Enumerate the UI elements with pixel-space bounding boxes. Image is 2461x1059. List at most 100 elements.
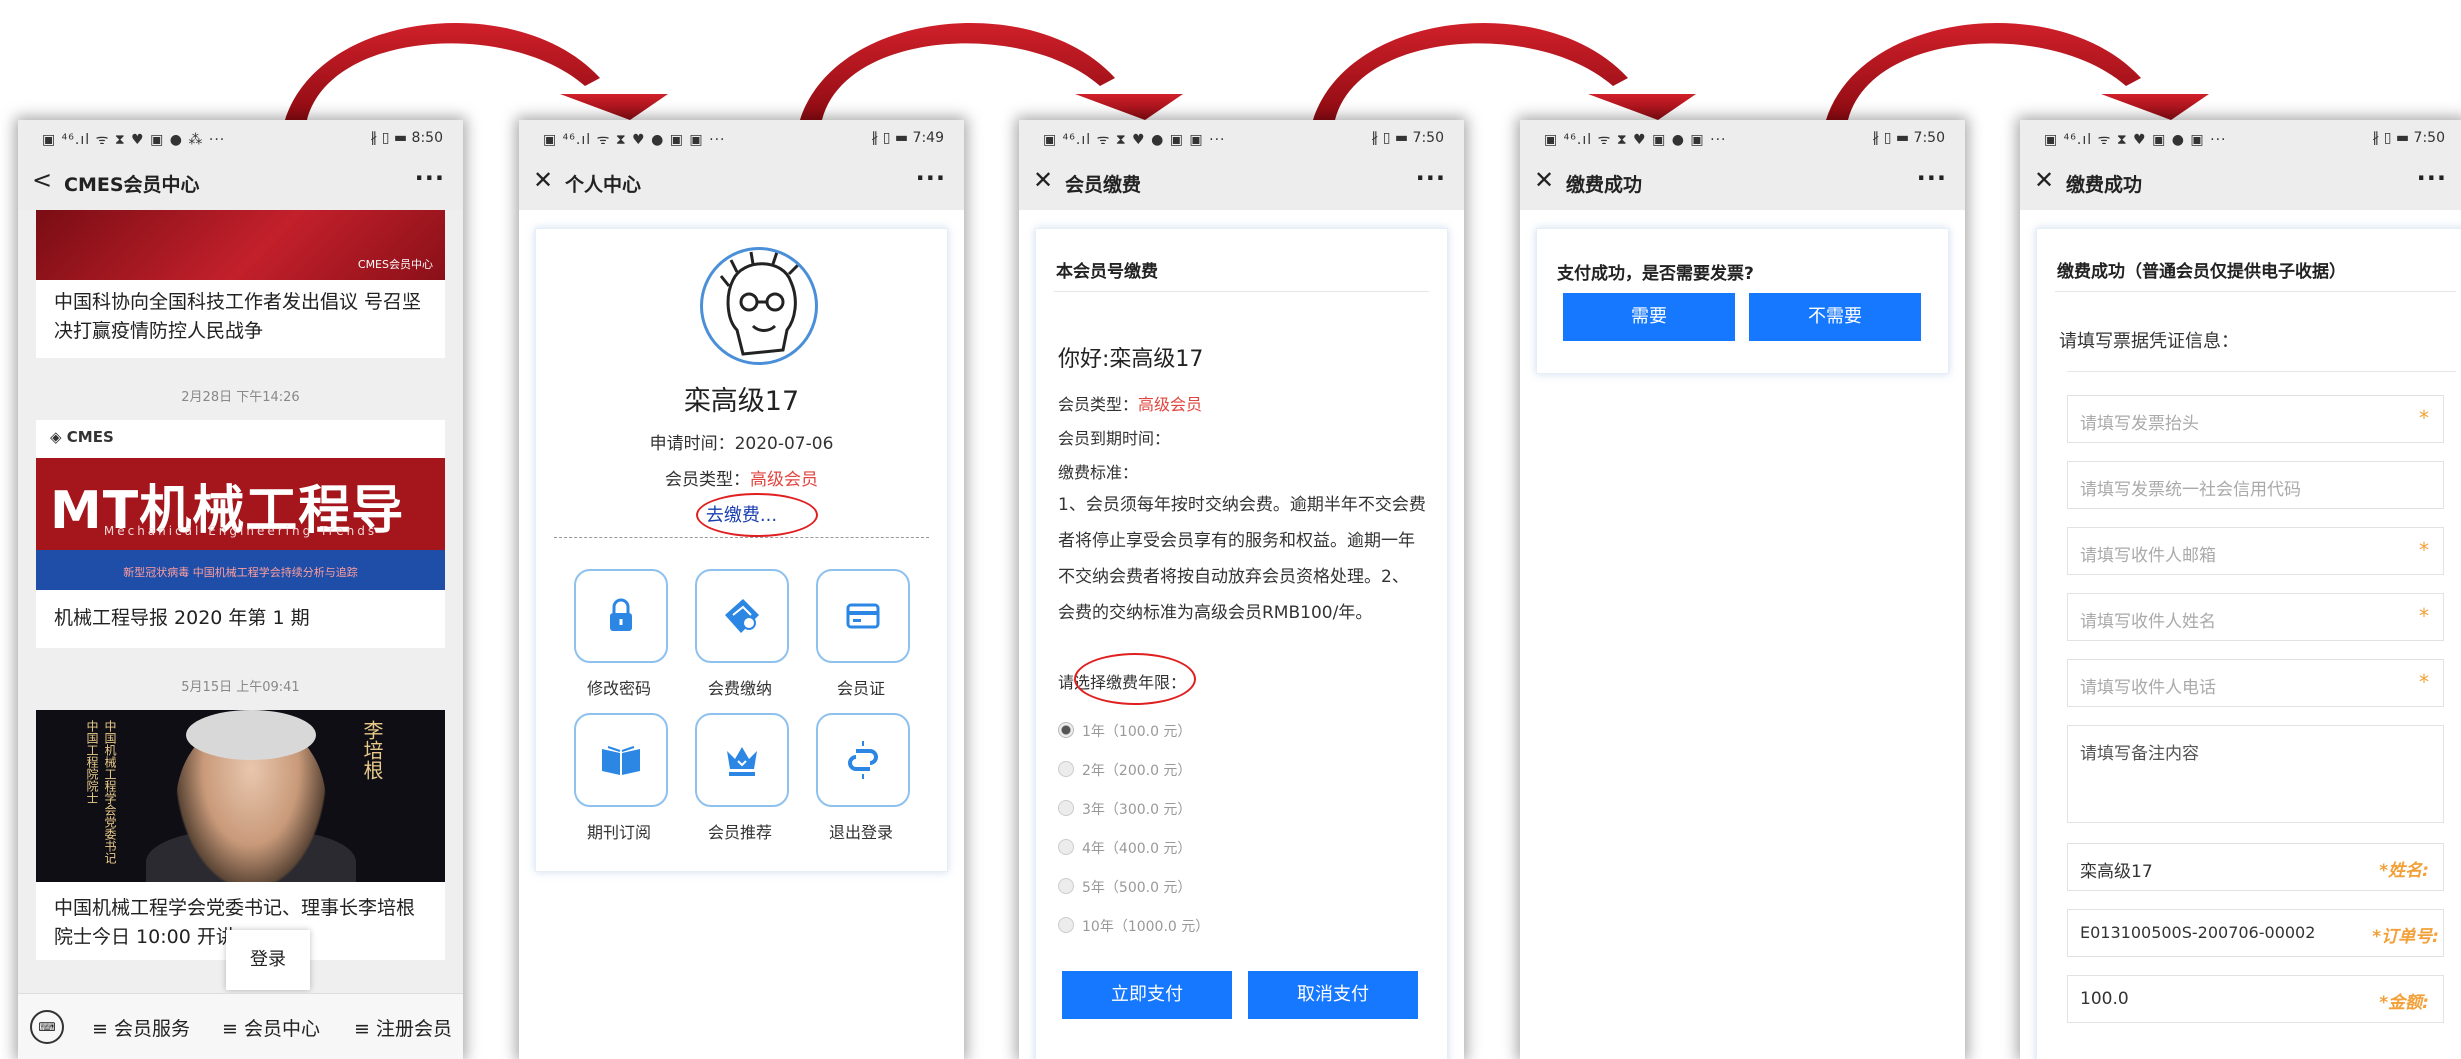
arrow-2	[800, 22, 1183, 120]
cancel-pay-button[interactable]: 取消支付	[1248, 971, 1418, 1019]
more-icon[interactable]: ···	[1917, 164, 1947, 192]
article-card[interactable]: 中国工程院院士 中国机械工程学会党委书记 李培根 中国机械工程学会党委书记、理事…	[36, 710, 445, 960]
name-field[interactable]: 栾高级17 *姓名:	[2067, 843, 2444, 891]
journal-cover-image: ◈ CMES MT机械工程导报 Mechanical Engineering T…	[36, 420, 445, 616]
period-option-4y[interactable]: 4年（400.0 元）	[1058, 838, 1191, 858]
highlight-ellipse	[696, 493, 818, 537]
page-body: 本会员号缴费 你好:栾高级17 会员类型：高级会员 会员到期时间： 缴费标准： …	[1019, 210, 1464, 1059]
timestamp: 2月28日 下午14:26	[181, 390, 300, 405]
status-bar: ▣ ⁴⁶.ıl ᯤ ⧗ ♥ ▣ ● ▣ ··· ∦ ▯ ▬ 7:50	[1520, 120, 1965, 154]
timestamp: 5月15日 上午09:41	[181, 680, 300, 695]
radio-selected-icon	[1058, 722, 1074, 738]
apply-time-label: 申请时间：	[649, 434, 735, 454]
close-icon[interactable]: ✕	[533, 166, 553, 194]
credit-card-icon	[846, 603, 880, 629]
member-card-tile[interactable]	[816, 569, 910, 663]
required-mark: *	[2419, 604, 2429, 628]
period-option-10y[interactable]: 10年（1000.0 元）	[1058, 916, 1209, 936]
placeholder: 请填写发票统一社会信用代码	[2080, 480, 2301, 500]
menu-register[interactable]: ≡ 注册会员	[354, 1014, 452, 1041]
member-recommend-tile[interactable]	[695, 713, 789, 807]
membership-fee-tile[interactable]	[695, 569, 789, 663]
more-icon[interactable]: ···	[415, 164, 445, 192]
crown-icon	[727, 747, 757, 776]
option-label: 4年（400.0 元）	[1082, 841, 1192, 857]
remark-textarea[interactable]: 请填写备注内容	[2067, 725, 2444, 823]
no-invoice-button[interactable]: 不需要	[1749, 293, 1921, 341]
cover-subtitle: Mechanical Engineering Trends	[103, 524, 378, 538]
page-body: 栾高级17 申请时间：2020-07-06 会员类型：高级会员 去缴费... 修…	[519, 210, 964, 1059]
radio-icon	[1058, 761, 1074, 777]
divider	[1054, 291, 1429, 292]
period-option-5y[interactable]: 5年（500.0 元）	[1058, 877, 1191, 897]
page-body: 缴费成功（普通会员仅提供电子收据） 请填写票据凭证信息： 请填写发票抬头 * 请…	[2020, 210, 2461, 1059]
member-type-row: 会员类型：高级会员	[1058, 391, 1202, 415]
speaker-figure	[186, 710, 316, 760]
tile-label: 会员证	[836, 679, 885, 698]
placeholder: 请填写收件人邮箱	[2080, 546, 2216, 566]
article-card[interactable]: ◈ CMES MT机械工程导报 Mechanical Engineering T…	[36, 420, 445, 648]
close-icon[interactable]: ✕	[2034, 166, 2054, 194]
profile-panel: 栾高级17 申请时间：2020-07-06 会员类型：高级会员 去缴费... 修…	[535, 228, 948, 872]
nav-bar: ✕ 缴费成功 ···	[1520, 154, 1965, 210]
back-icon[interactable]: <	[32, 166, 52, 194]
change-password-tile[interactable]	[574, 569, 668, 663]
recipient-phone-field[interactable]: 请填写收件人电话 *	[2067, 659, 2444, 707]
phone-cmes-member-center: ▣ ⁴⁶.ıl ᯤ ⧗ ♥ ▣ ● ⁂ ··· ∦ ▯ ▬ 8:50 < CME…	[18, 120, 463, 1059]
close-icon[interactable]: ✕	[1534, 166, 1554, 194]
order-number-field[interactable]: E013100500S-200706-00002 *订单号:	[2067, 909, 2444, 957]
status-bar: ▣ ⁴⁶.ıl ᯤ ⧗ ♥ ▣ ● ⁂ ··· ∦ ▯ ▬ 8:50	[18, 120, 463, 154]
article-card[interactable]: CMES会员中心 中国科协向全国科技工作者发出倡议 号召坚决打赢疫情防控人民战争	[36, 210, 445, 358]
menu-member-service[interactable]: ≡ 会员服务	[92, 1014, 190, 1041]
more-icon[interactable]: ···	[916, 164, 946, 192]
amount-field[interactable]: 100.0 *金额:	[2067, 975, 2444, 1023]
email-field[interactable]: 请填写收件人邮箱 *	[2067, 527, 2444, 575]
journal-subscription-tile[interactable]	[574, 713, 668, 807]
more-icon[interactable]: ···	[2417, 164, 2447, 192]
radio-icon	[1058, 839, 1074, 855]
unlink-icon	[848, 741, 878, 779]
more-icon[interactable]: ···	[1416, 164, 1446, 192]
nav-bar: ✕ 缴费成功 ···	[2020, 154, 2461, 210]
close-icon[interactable]: ✕	[1033, 166, 1053, 194]
login-popup[interactable]: 登录	[226, 930, 310, 990]
apply-time-row: 申请时间：2020-07-06	[536, 429, 947, 454]
option-label: 1年（100.0 元）	[1082, 724, 1192, 740]
logout-tile[interactable]	[816, 713, 910, 807]
page-title: 个人中心	[565, 174, 642, 196]
status-icons-left: ▣ ⁴⁶.ıl ᯤ ⧗ ♥ ▣ ● ⁂ ···	[42, 132, 226, 148]
cover-strip-text: 新型冠状病毒 中国机械工程学会持续分析与追踪	[123, 566, 358, 579]
member-type-row: 会员类型：高级会员	[536, 465, 947, 490]
photo-caption-vertical: 中国机械工程学会党委书记	[103, 720, 117, 864]
status-icons-right: ∦ ▯ ▬ 8:50	[370, 130, 443, 146]
divider	[554, 537, 929, 538]
bottom-menu-bar: ⌨ ≡ 会员服务 ≡ 会员中心 ≡ 注册会员	[18, 993, 463, 1059]
cmes-logo: ◈ CMES	[50, 428, 114, 446]
divider	[2067, 371, 2456, 372]
period-option-2y[interactable]: 2年（200.0 元）	[1058, 760, 1191, 780]
menu-member-center[interactable]: ≡ 会员中心	[222, 1014, 320, 1041]
recipient-name-field[interactable]: 请填写收件人姓名 *	[2067, 593, 2444, 641]
speaker-photo: 中国工程院院士 中国机械工程学会党委书记 李培根	[36, 710, 445, 882]
cover-blue-band: 新型冠状病毒 中国机械工程学会持续分析与追踪	[36, 550, 445, 590]
page-title: 缴费成功	[2066, 174, 2143, 196]
keyboard-icon[interactable]: ⌨	[30, 1010, 64, 1044]
status-icons-right: ∦ ▯ ▬ 7:49	[871, 130, 944, 146]
status-icons-right: ∦ ▯ ▬ 7:50	[1872, 130, 1945, 146]
avatar[interactable]	[700, 247, 818, 365]
flow-arrows	[285, 22, 2209, 120]
apply-time-value: 2020-07-06	[734, 434, 834, 454]
status-bar: ▣ ⁴⁶.ıl ᯤ ⧗ ♥ ● ▣ ▣ ··· ∦ ▯ ▬ 7:50	[1019, 120, 1464, 154]
pay-now-button[interactable]: 立即支付	[1062, 971, 1232, 1019]
period-option-1y[interactable]: 1年（100.0 元）	[1058, 721, 1191, 741]
need-invoice-button[interactable]: 需要	[1563, 293, 1735, 341]
tile-label: 修改密码	[586, 679, 651, 698]
invoice-title-field[interactable]: 请填写发票抬头 *	[2067, 395, 2444, 443]
phone-personal-center: ▣ ⁴⁶.ıl ᯤ ⧗ ♥ ● ▣ ▣ ··· ∦ ▯ ▬ 7:49 ✕ 个人中…	[519, 120, 964, 1059]
radio-icon	[1058, 800, 1074, 816]
credit-code-field[interactable]: 请填写发票统一社会信用代码	[2067, 461, 2444, 509]
option-label: 10年（1000.0 元）	[1082, 919, 1210, 935]
period-option-3y[interactable]: 3年（300.0 元）	[1058, 799, 1191, 819]
field-value: 100.0	[2080, 989, 2129, 1009]
status-icons-right: ∦ ▯ ▬ 7:50	[2372, 130, 2445, 146]
